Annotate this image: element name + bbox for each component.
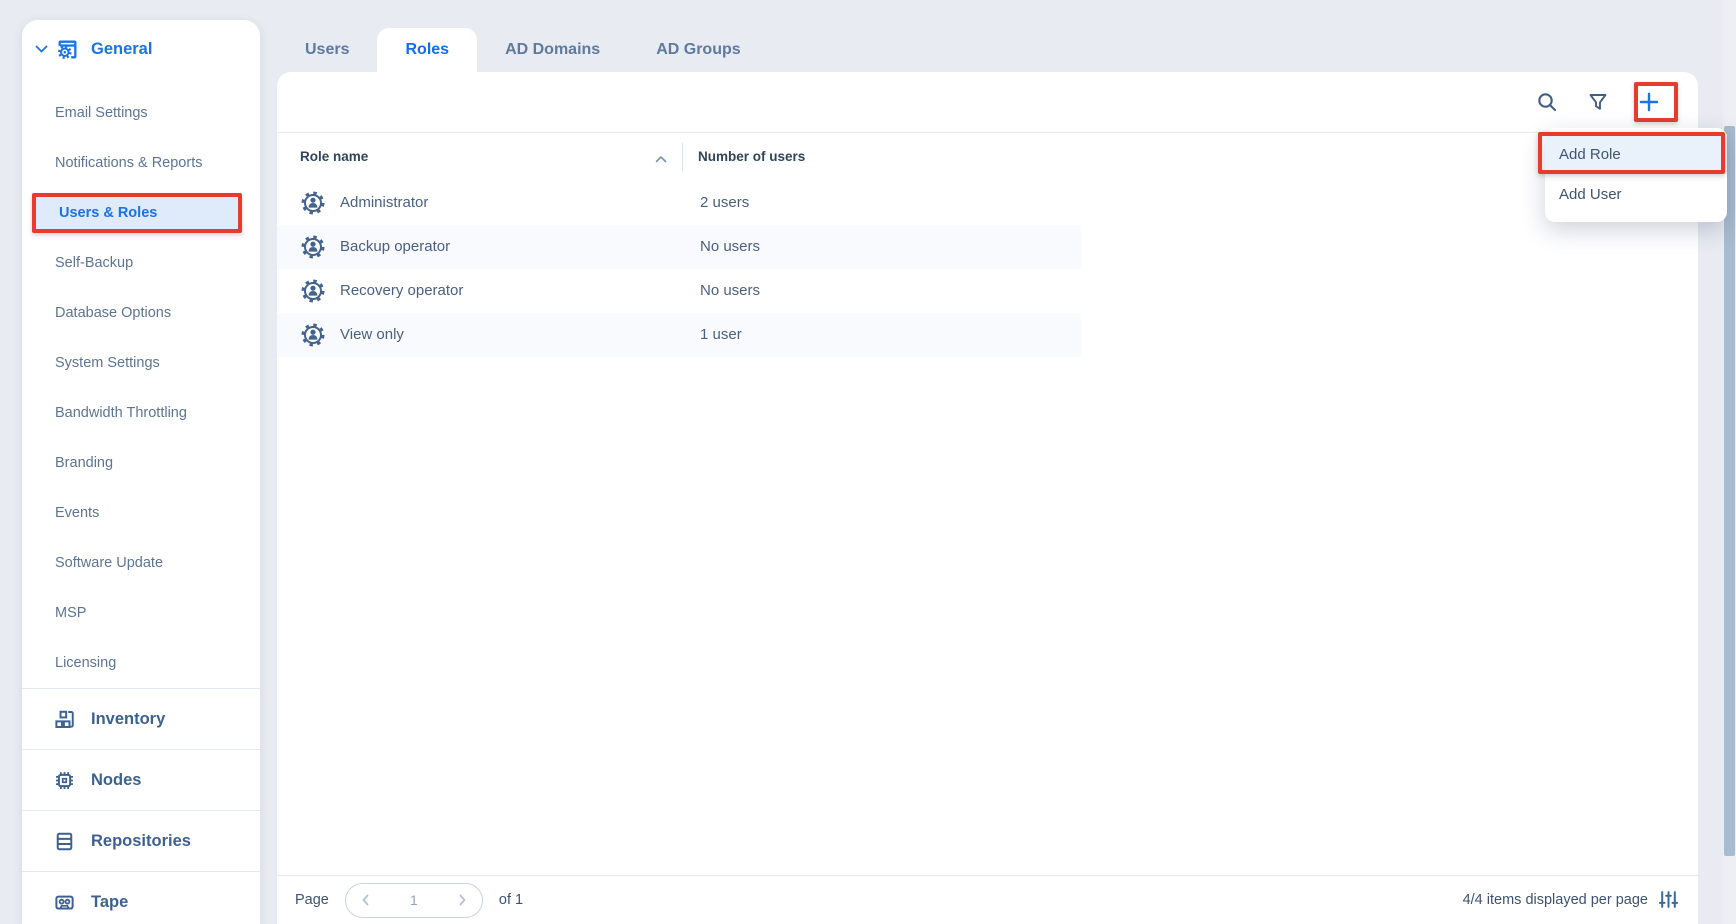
table-header: Role name Number of users bbox=[277, 133, 1698, 181]
sidebar-section-repositories[interactable]: Repositories bbox=[22, 810, 260, 871]
add-dropdown-menu: Add Role Add User bbox=[1545, 128, 1727, 222]
role-user-count: 2 users bbox=[700, 194, 749, 211]
previous-page-icon[interactable] bbox=[359, 893, 373, 907]
table-row-backup-operator[interactable]: Backup operator No users bbox=[277, 225, 1081, 269]
tab-bar: Users Roles AD Domains AD Groups bbox=[277, 28, 769, 72]
tab-ad-domains[interactable]: AD Domains bbox=[477, 28, 628, 72]
repositories-icon bbox=[52, 829, 78, 854]
tab-roles[interactable]: Roles bbox=[377, 28, 477, 72]
add-icon[interactable] bbox=[1636, 89, 1662, 115]
column-divider bbox=[682, 143, 683, 171]
table-row-administrator[interactable]: Administrator 2 users bbox=[277, 181, 1081, 225]
current-page-value[interactable]: 1 bbox=[410, 892, 418, 908]
scrollbar-thumb[interactable] bbox=[1724, 126, 1735, 856]
page-selector: 1 bbox=[345, 883, 483, 918]
settings-page: General Email Settings Notifications & R… bbox=[0, 0, 1736, 924]
role-user-count: No users bbox=[700, 282, 760, 299]
pagination-bar: Page 1 of 1 4/4 items displayed per page bbox=[277, 875, 1698, 924]
sort-asc-icon[interactable] bbox=[655, 150, 667, 168]
sidebar-item-email-settings[interactable]: Email Settings bbox=[22, 88, 260, 138]
sidebar-item-system-settings[interactable]: System Settings bbox=[22, 338, 260, 388]
sidebar-item-branding[interactable]: Branding bbox=[22, 438, 260, 488]
tape-icon bbox=[52, 890, 78, 915]
column-header-role-name[interactable]: Role name bbox=[300, 149, 368, 164]
role-name: Administrator bbox=[340, 194, 428, 211]
role-icon bbox=[300, 322, 326, 353]
sidebar-section-label: Nodes bbox=[91, 771, 141, 790]
roles-toolbar bbox=[277, 72, 1698, 133]
sidebar-section-general[interactable]: General bbox=[22, 20, 260, 78]
sidebar-general-items: Email Settings Notifications & Reports U… bbox=[22, 78, 260, 688]
sidebar-item-self-backup[interactable]: Self-Backup bbox=[22, 238, 260, 288]
sidebar-item-users-roles[interactable]: Users & Roles bbox=[32, 193, 242, 233]
roles-table: Administrator 2 users Backup operator No… bbox=[277, 181, 1698, 357]
next-page-icon[interactable] bbox=[455, 893, 469, 907]
sidebar-item-software-update[interactable]: Software Update bbox=[22, 538, 260, 588]
role-user-count: 1 user bbox=[700, 326, 742, 343]
sidebar-item-notifications-reports[interactable]: Notifications & Reports bbox=[22, 138, 260, 188]
sidebar-item-events[interactable]: Events bbox=[22, 488, 260, 538]
role-icon bbox=[300, 234, 326, 265]
menu-item-add-user[interactable]: Add User bbox=[1545, 174, 1727, 214]
general-settings-icon bbox=[55, 37, 81, 62]
menu-item-add-role[interactable]: Add Role bbox=[1545, 134, 1727, 174]
inventory-icon bbox=[52, 707, 78, 732]
tab-ad-groups[interactable]: AD Groups bbox=[628, 28, 768, 72]
sidebar-section-label: Inventory bbox=[91, 710, 165, 729]
column-header-number-of-users: Number of users bbox=[698, 149, 805, 164]
sidebar-item-licensing[interactable]: Licensing bbox=[22, 638, 260, 688]
sidebar-section-label: Repositories bbox=[91, 832, 191, 851]
sidebar-section-label: Tape bbox=[91, 893, 128, 912]
role-name: Recovery operator bbox=[340, 282, 463, 299]
role-icon bbox=[300, 278, 326, 309]
filter-icon[interactable] bbox=[1585, 89, 1611, 115]
sidebar-item-database-options[interactable]: Database Options bbox=[22, 288, 260, 338]
total-pages-label: of 1 bbox=[499, 892, 523, 908]
table-row-view-only[interactable]: View only 1 user bbox=[277, 313, 1081, 357]
sidebar-item-bandwidth-throttling[interactable]: Bandwidth Throttling bbox=[22, 388, 260, 438]
sidebar-section-nodes[interactable]: Nodes bbox=[22, 749, 260, 810]
sidebar-item-msp[interactable]: MSP bbox=[22, 588, 260, 638]
page-label: Page bbox=[295, 892, 329, 908]
table-row-recovery-operator[interactable]: Recovery operator No users bbox=[277, 269, 1081, 313]
role-user-count: No users bbox=[700, 238, 760, 255]
role-icon bbox=[300, 190, 326, 221]
items-per-page-summary: 4/4 items displayed per page bbox=[1463, 892, 1648, 908]
roles-panel: Role name Number of users Administrator bbox=[277, 72, 1698, 924]
role-name: Backup operator bbox=[340, 238, 450, 255]
tab-users[interactable]: Users bbox=[277, 28, 377, 72]
display-settings-icon[interactable] bbox=[1658, 889, 1680, 911]
sidebar-section-label: General bbox=[91, 40, 152, 59]
sidebar-section-tape[interactable]: Tape bbox=[22, 871, 260, 924]
search-icon[interactable] bbox=[1534, 89, 1560, 115]
role-name: View only bbox=[340, 326, 404, 343]
sidebar-section-inventory[interactable]: Inventory bbox=[22, 688, 260, 749]
sidebar: General Email Settings Notifications & R… bbox=[22, 20, 260, 924]
nodes-icon bbox=[52, 768, 78, 793]
chevron-down-icon bbox=[35, 44, 49, 54]
